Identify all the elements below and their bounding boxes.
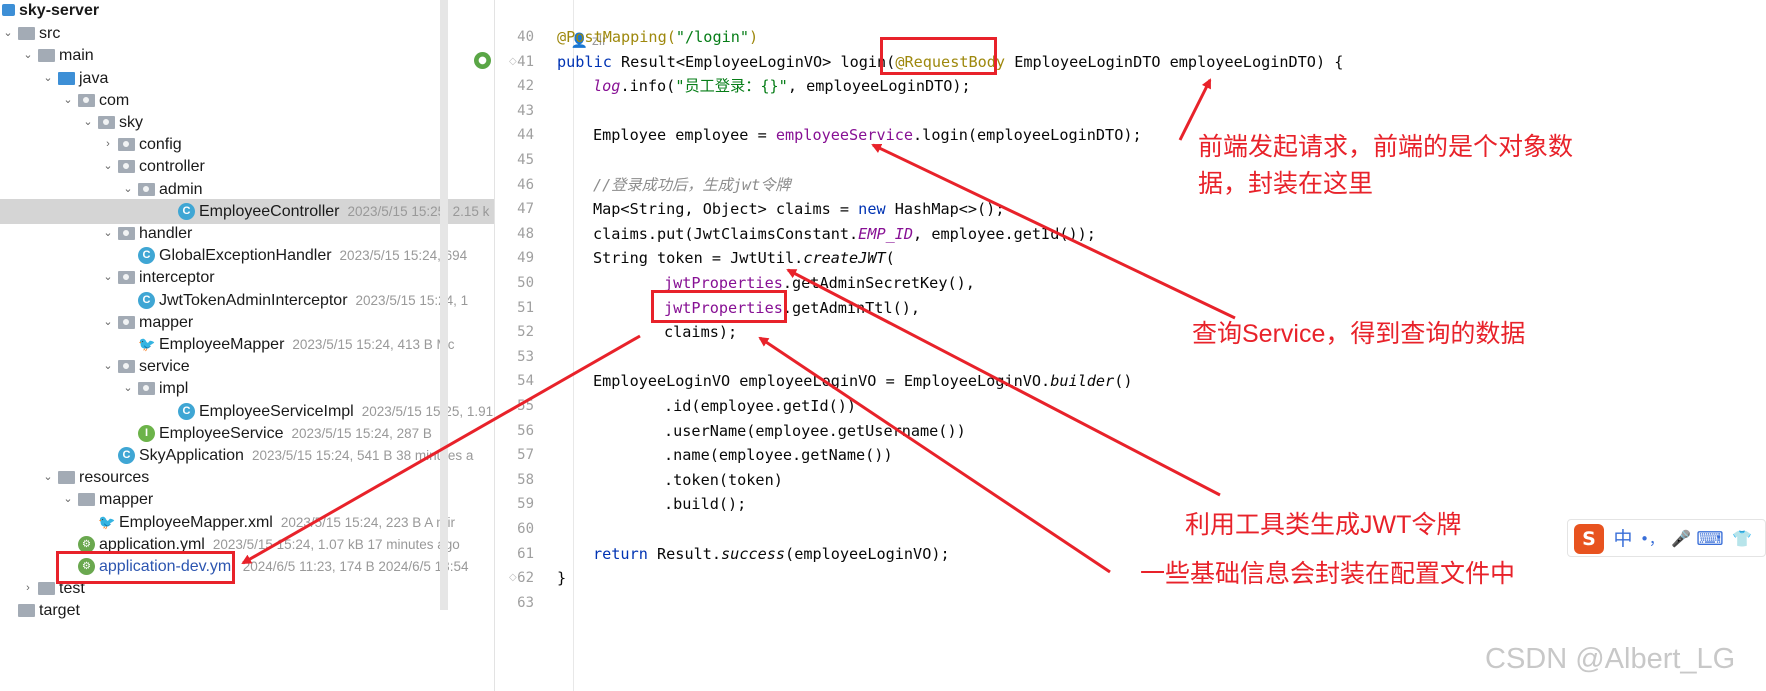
- ime-language-toggle[interactable]: 中: [1610, 524, 1636, 554]
- ime-punctuation-toggle[interactable]: •，: [1638, 524, 1666, 554]
- note-request-object-line1: 前端发起请求，前端的是个对象数: [1198, 133, 1574, 161]
- note-generate-jwt: 利用工具类生成JWT令牌: [1185, 511, 1462, 539]
- arrow-to-createjwt: [786, 268, 1221, 497]
- arrow-to-jwtproperties: [758, 336, 1111, 574]
- microphone-icon[interactable]: 🎤: [1668, 524, 1694, 554]
- note-request-object-line2: 据，封装在这里: [1198, 170, 1374, 198]
- sogou-logo-icon[interactable]: S: [1574, 524, 1604, 554]
- skin-icon[interactable]: 👕: [1728, 524, 1756, 554]
- csdn-watermark: CSDN @Albert_LG: [1485, 643, 1736, 675]
- note-config-file: 一些基础信息会封装在配置文件中: [1140, 560, 1516, 588]
- note-query-service: 查询Service，得到查询的数据: [1192, 320, 1526, 348]
- note-request-object: 前端发起请求，前端的是个对象数 据，封装在这里: [1198, 129, 1573, 203]
- keyboard-icon[interactable]: ⌨: [1696, 524, 1724, 554]
- arrow-to-service-call: [871, 143, 1236, 320]
- ime-toolbar: S 中 •， 🎤 ⌨ 👕: [1567, 519, 1766, 557]
- arrow-to-config-file: [241, 334, 641, 565]
